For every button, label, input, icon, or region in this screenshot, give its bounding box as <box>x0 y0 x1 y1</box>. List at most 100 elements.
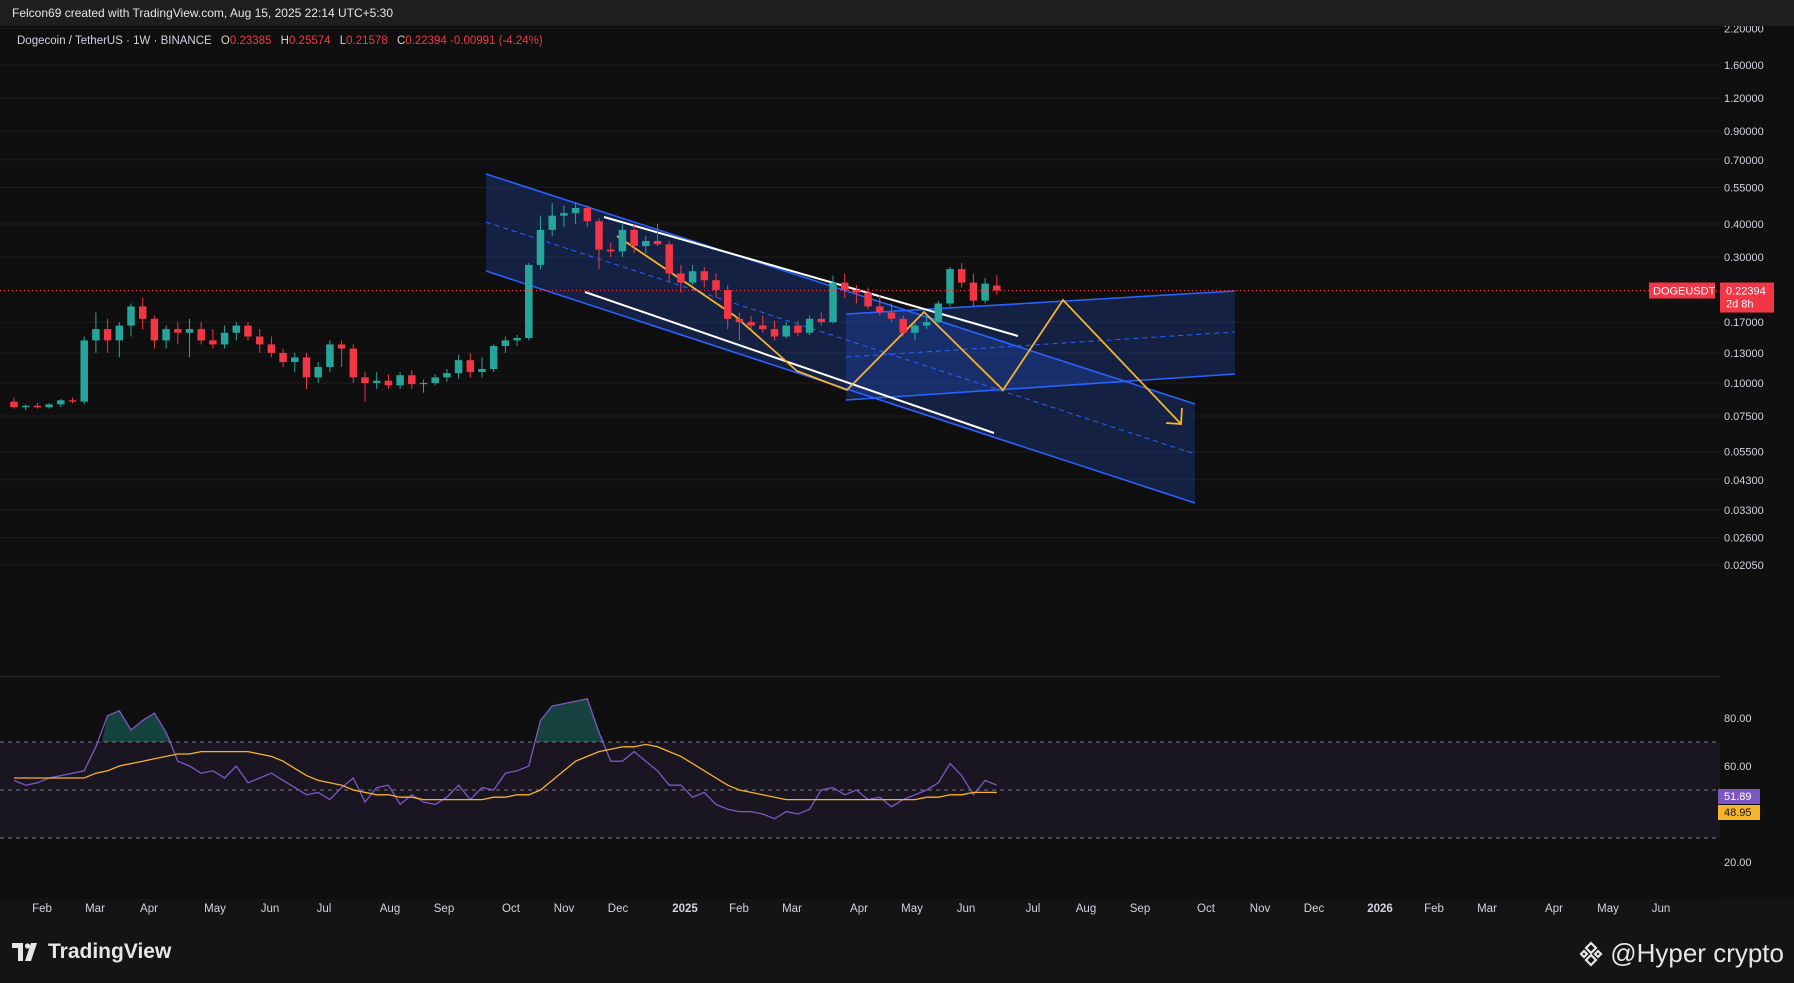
candle-body <box>700 271 709 281</box>
candle-body <box>209 340 217 345</box>
time-tick-label: Sep <box>1130 903 1150 915</box>
candle-body <box>244 325 252 337</box>
price-tick-label: 0.02050 <box>1724 560 1764 572</box>
time-tick-label: Jun <box>957 903 976 915</box>
high-value: 0.25574 <box>288 35 331 47</box>
credit-text: Felcon69 created with TradingView.com, A… <box>12 6 394 20</box>
price-chart[interactable]: 2.20000 1.60000 1.20000 0.90000 0.70000 0.550… <box>0 26 1794 926</box>
chart-area[interactable]: 2.20000 1.60000 1.20000 0.90000 0.70000 0.550… <box>0 26 1794 926</box>
candle-body <box>513 338 521 341</box>
rsi-tick-label: 80.00 <box>1724 713 1752 725</box>
price-tick-label: 0.03300 <box>1724 505 1764 517</box>
rsi-tick-label: 60.00 <box>1724 761 1752 773</box>
candle-body <box>548 215 556 230</box>
candle-body <box>653 240 662 245</box>
candle-body <box>583 207 592 222</box>
candle-body <box>337 344 346 349</box>
candle-body <box>688 271 697 283</box>
time-tick-label: May <box>204 903 226 915</box>
time-tick-label: Feb <box>1424 903 1444 915</box>
open-label: O <box>220 35 230 47</box>
rsi-ma-value-label: 48.95 <box>1724 807 1752 819</box>
time-tick-label: Dec <box>1304 903 1325 915</box>
candle-body <box>560 213 568 216</box>
candle-body <box>232 325 241 333</box>
time-tick-label: May <box>901 903 923 915</box>
tradingview-logo-icon <box>12 943 37 961</box>
candle-body <box>501 340 510 347</box>
candle-body <box>92 329 100 341</box>
candle-body <box>887 312 896 319</box>
time-tick-label: Nov <box>554 903 575 915</box>
candle-body <box>454 360 463 374</box>
time-tick-label: May <box>1597 903 1619 915</box>
candle-body <box>782 325 790 337</box>
candle-body <box>466 360 475 373</box>
time-tick-label: Apr <box>140 903 158 915</box>
candle-body <box>443 373 451 378</box>
candle-body <box>396 375 404 386</box>
candle-body <box>162 329 170 341</box>
candle-body <box>115 325 124 341</box>
candle-body <box>33 405 42 408</box>
candle-body <box>595 221 603 250</box>
rsi-tick-label: 20.00 <box>1724 857 1752 869</box>
price-tick-label: 0.02600 <box>1724 532 1764 544</box>
candle-body <box>805 318 814 333</box>
candle-body <box>478 368 486 373</box>
close-label: C <box>396 35 406 47</box>
symbol-tag: DOGEUSDT <box>1653 286 1716 298</box>
candle-body <box>267 344 276 353</box>
candle-body <box>384 380 393 386</box>
price-tick-label: 0.40000 <box>1724 219 1764 231</box>
tradingview-logo[interactable]: TradingView <box>12 940 171 964</box>
candle-body <box>45 404 53 408</box>
candle-body <box>431 377 439 383</box>
watermark-text: @Hyper crypto <box>1610 938 1784 968</box>
candle-body <box>969 282 978 301</box>
candle-body <box>138 306 147 319</box>
candle-body <box>326 344 334 367</box>
candle-body <box>349 348 358 378</box>
time-tick-label: Apr <box>850 903 868 915</box>
price-tick-label: 0.04300 <box>1724 475 1764 487</box>
candle-body <box>197 329 205 341</box>
time-tick-label: Jun <box>1652 903 1671 915</box>
candle-body <box>21 405 30 408</box>
price-tick-label: 0.07500 <box>1724 411 1764 423</box>
candle-body <box>934 303 943 323</box>
candle-body <box>489 346 498 369</box>
candle-body <box>10 401 18 408</box>
candle-body <box>255 336 264 345</box>
candle-body <box>957 269 966 283</box>
time-tick-label: Mar <box>782 903 802 915</box>
price-tick-label: 0.55000 <box>1724 182 1764 194</box>
candle-body <box>864 292 872 307</box>
candle-body <box>770 329 779 337</box>
price-tick-label: 0.05500 <box>1724 447 1764 459</box>
candle-body <box>922 322 931 326</box>
open-value: 0.23385 <box>229 35 272 47</box>
price-tick-label: 0.10000 <box>1724 378 1764 390</box>
candle-body <box>80 340 88 402</box>
candle-body <box>618 229 627 252</box>
time-tick-label: Feb <box>32 903 52 915</box>
candle-body <box>665 244 673 274</box>
price-tick-label: 0.13000 <box>1724 348 1764 360</box>
candle-body <box>103 329 112 341</box>
countdown-label: 2d 8h <box>1726 299 1754 311</box>
time-tick-label: Mar <box>1477 903 1497 915</box>
time-tick-label: Apr <box>1545 903 1563 915</box>
candle-body <box>993 285 1001 291</box>
candle-body <box>57 400 65 405</box>
candle-body <box>829 282 837 323</box>
candle-body <box>127 306 135 326</box>
time-tick-label: 2025 <box>672 903 698 915</box>
candle-body <box>279 352 287 363</box>
symbol-legend: Dogecoin / TetherUS · 1W · BINANCE O0.23… <box>17 35 543 47</box>
candle-body <box>723 289 732 319</box>
candle-body <box>408 375 416 385</box>
time-tick-label: Oct <box>502 903 521 915</box>
candle-body <box>150 318 159 341</box>
price-tick-label: 0.90000 <box>1724 126 1764 138</box>
